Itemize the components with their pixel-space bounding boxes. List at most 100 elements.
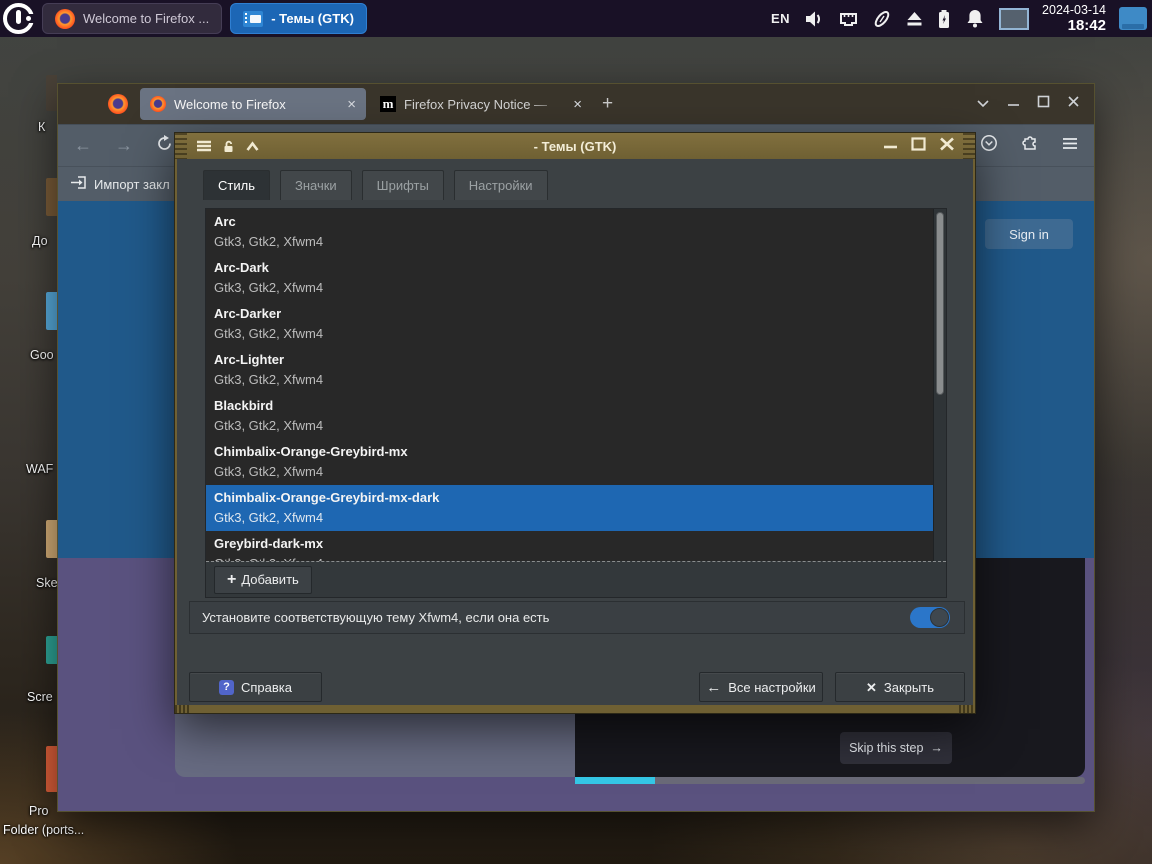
- clipboard-paperclip-icon[interactable]: [872, 9, 892, 29]
- theme-row[interactable]: Blackbird Gtk3, Gtk2, Xfwm4: [206, 393, 946, 439]
- all-settings-button[interactable]: ← Все настройки: [699, 672, 823, 702]
- desktop-icon-partial[interactable]: [46, 636, 57, 664]
- notification-bell-icon[interactable]: [964, 8, 986, 29]
- scrollbar-track[interactable]: [933, 209, 946, 561]
- desktop-icon-label[interactable]: До: [32, 234, 48, 248]
- import-bookmarks-item[interactable]: Импорт закл: [70, 175, 170, 193]
- scrollbar-thumb[interactable]: [936, 212, 944, 395]
- skip-step-button[interactable]: Skip this step →: [840, 732, 952, 764]
- forward-icon[interactable]: →: [115, 135, 133, 156]
- desktop-icon-partial[interactable]: [46, 746, 57, 792]
- theme-row[interactable]: Greybird-dark-mx Gtk3, Gtk2, Xfwm4: [206, 531, 946, 561]
- window-menu-icon[interactable]: [196, 140, 212, 152]
- xfwm-theme-toggle[interactable]: [910, 607, 950, 628]
- dialog-close-icon[interactable]: [939, 137, 955, 156]
- network-icon[interactable]: [838, 10, 859, 28]
- gtk-themes-dialog: - Темы (GTK) Стиль Значки Шрифты Настрой…: [174, 132, 976, 714]
- back-icon[interactable]: ←: [74, 135, 92, 156]
- theme-name: Arc-Lighter: [214, 352, 285, 367]
- window-maximize-icon[interactable]: [1037, 95, 1050, 113]
- window-close-icon[interactable]: [1067, 95, 1080, 113]
- pocket-icon[interactable]: [980, 134, 998, 157]
- dialog-minimize-icon[interactable]: [883, 137, 898, 155]
- theme-row[interactable]: Arc-Darker Gtk3, Gtk2, Xfwm4: [206, 301, 946, 347]
- help-button[interactable]: ? Справка: [189, 672, 322, 702]
- menu-hamburger-icon[interactable]: [1062, 137, 1078, 155]
- theme-row[interactable]: Arc-Dark Gtk3, Gtk2, Xfwm4: [206, 255, 946, 301]
- tab-privacy-notice[interactable]: m Firefox Privacy Notice — ×: [370, 88, 592, 120]
- theme-row[interactable]: Chimbalix-Orange-Greybird-mx Gtk3, Gtk2, …: [206, 439, 946, 485]
- resize-grip-right[interactable]: [959, 705, 975, 713]
- clock[interactable]: 2024-03-14 18:42: [1042, 3, 1106, 35]
- keyboard-layout-indicator[interactable]: EN: [771, 11, 790, 26]
- shade-window-icon[interactable]: [245, 140, 260, 152]
- arrow-right-icon: →: [930, 741, 943, 755]
- tab-close-icon[interactable]: ×: [573, 97, 582, 112]
- close-label: Закрыть: [883, 679, 934, 695]
- skip-step-label: Skip this step: [849, 741, 924, 755]
- show-desktop-monitor-icon[interactable]: [1119, 7, 1147, 30]
- tab-settings[interactable]: Настройки: [453, 170, 548, 200]
- theme-detail: Gtk3, Gtk2, Xfwm4: [214, 510, 324, 525]
- desktop-icon-partial[interactable]: [46, 178, 57, 216]
- arrow-left-icon: ←: [706, 678, 722, 696]
- tab-welcome-to-firefox[interactable]: Welcome to Firefox ×: [140, 88, 366, 120]
- theme-row[interactable]: Arc Gtk3, Gtk2, Xfwm4: [206, 209, 946, 255]
- tab-title: Welcome to Firefox: [174, 96, 286, 112]
- sign-in-button[interactable]: Sign in: [985, 219, 1073, 249]
- desktop-icon-label[interactable]: Goo: [30, 348, 54, 362]
- dialog-maximize-icon[interactable]: [911, 136, 926, 156]
- theme-row[interactable]: Chimbalix-Orange-Greybird-mx-dark Gtk3, G…: [206, 485, 946, 531]
- theme-detail: Gtk3, Gtk2, Xfwm4: [214, 464, 324, 479]
- desktop-icon-label[interactable]: Pro: [29, 804, 48, 818]
- taskbar-label: Welcome to Firefox ...: [83, 11, 210, 26]
- import-icon: [70, 175, 87, 193]
- reload-icon[interactable]: [156, 134, 173, 157]
- app-menu-logo[interactable]: [3, 3, 35, 34]
- desktop-icon-label[interactable]: К: [38, 120, 45, 134]
- workspace-pager[interactable]: [999, 7, 1030, 30]
- tab-icons[interactable]: Значки: [279, 170, 352, 200]
- progress-current: [575, 777, 655, 784]
- onboarding-card-left: [175, 714, 575, 777]
- stick-window-icon[interactable]: [221, 139, 236, 153]
- tab-close-icon[interactable]: ×: [347, 97, 356, 112]
- theme-row[interactable]: Arc-Lighter Gtk3, Gtk2, Xfwm4: [206, 347, 946, 393]
- theme-detail: Gtk3, Gtk2, Xfwm4: [214, 372, 324, 387]
- date-label: 2024-03-14: [1042, 2, 1106, 17]
- desktop-icon-partial[interactable]: [46, 75, 57, 111]
- desktop-icon-partial[interactable]: [46, 292, 57, 330]
- extensions-puzzle-icon[interactable]: [1021, 134, 1039, 157]
- titlebar-grip-right: [963, 133, 975, 159]
- taskbar-firefox-button[interactable]: Welcome to Firefox ...: [42, 3, 223, 34]
- resize-grip-left[interactable]: [175, 705, 191, 713]
- theme-list-frame: Arc Gtk3, Gtk2, Xfwm4 Arc-Dark Gtk3, Gtk2, …: [205, 208, 947, 598]
- eject-icon[interactable]: [905, 10, 924, 27]
- top-panel: Welcome to Firefox ... - Темы (GTK) EN 2…: [0, 0, 1152, 37]
- list-all-tabs-icon[interactable]: [976, 95, 990, 113]
- firefox-favicon: [150, 96, 166, 112]
- desktop-icon-label[interactable]: WAF: [26, 462, 53, 476]
- theme-detail: Gtk3, Gtk2, Xfwm4: [214, 554, 938, 561]
- taskbar-themes-button[interactable]: - Темы (GTK): [230, 3, 367, 34]
- all-settings-label: Все настройки: [728, 679, 816, 695]
- add-theme-row: + Добавить: [206, 561, 946, 597]
- taskbar-label: - Темы (GTK): [271, 11, 354, 26]
- desktop-icon-label[interactable]: Scre: [27, 690, 53, 704]
- tab-style[interactable]: Стиль: [203, 170, 270, 200]
- tab-fonts[interactable]: Шрифты: [361, 170, 444, 200]
- titlebar-grip-left: [175, 133, 187, 159]
- close-button[interactable]: ✕ Закрыть: [835, 672, 965, 702]
- dialog-tab-strip: Стиль Значки Шрифты Настройки: [203, 170, 548, 200]
- help-icon: ?: [219, 679, 234, 695]
- desktop-icon-label[interactable]: Folder (ports...: [3, 823, 84, 837]
- desktop-icon-partial[interactable]: [46, 520, 57, 558]
- new-tab-button[interactable]: +: [602, 93, 613, 115]
- desktop-icon-label[interactable]: Ske: [36, 576, 58, 590]
- dialog-titlebar[interactable]: - Темы (GTK): [175, 133, 975, 159]
- theme-name: Chimbalix-Orange-Greybird-mx-dark: [214, 490, 440, 505]
- add-theme-button[interactable]: + Добавить: [214, 565, 312, 594]
- window-minimize-icon[interactable]: [1007, 95, 1020, 113]
- battery-icon[interactable]: [937, 9, 951, 29]
- volume-icon[interactable]: [803, 9, 825, 29]
